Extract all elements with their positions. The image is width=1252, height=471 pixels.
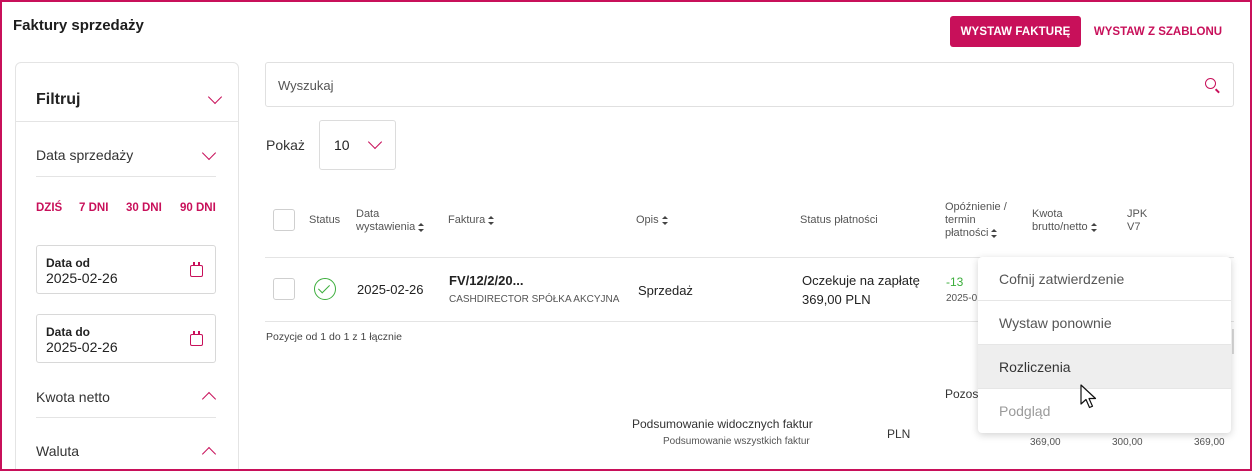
quick-range-today[interactable]: DZIŚ xyxy=(36,202,62,214)
col-invoice-label: Faktura xyxy=(448,214,486,226)
menu-item-settlements[interactable]: Rozliczenia xyxy=(978,345,1231,389)
row-issue-date: 2025-02-26 xyxy=(357,282,424,297)
sort-icon[interactable] xyxy=(991,228,998,238)
page-size-select[interactable]: 10 xyxy=(319,120,396,170)
filter-title[interactable]: Filtruj xyxy=(36,91,80,109)
date-from-field[interactable]: Data od 2025-02-26 xyxy=(36,245,216,294)
col-delay[interactable]: Opóźnienie / termin płatności xyxy=(945,201,1015,240)
page-title: Faktury sprzedaży xyxy=(13,17,144,34)
row-due-date: 2025-0 xyxy=(946,293,978,304)
row-actions-menu: Cofnij zatwierdzenie Wystaw ponownie Roz… xyxy=(978,257,1231,433)
row-payment-status: Oczekuje na zapłatę xyxy=(802,273,920,288)
col-amount-label: Kwota brutto/netto xyxy=(1032,208,1088,233)
col-amount[interactable]: Kwota brutto/netto xyxy=(1032,208,1112,234)
quick-range-90-days[interactable]: 90 DNI xyxy=(180,202,216,214)
col-invoice[interactable]: Faktura xyxy=(448,214,495,227)
sort-icon[interactable] xyxy=(488,215,495,225)
row-client: CASHDIRECTOR SPÓŁKA AKCYJNA xyxy=(449,294,620,305)
menu-item-preview[interactable]: Podgląd xyxy=(978,389,1231,433)
search-box xyxy=(265,62,1234,107)
mouse-cursor-icon xyxy=(1080,384,1097,409)
col-issue-date-label: Data wystawienia xyxy=(356,208,416,233)
col-description-label: Opis xyxy=(636,214,659,226)
sale-date-divider xyxy=(36,176,216,177)
chevron-down-icon xyxy=(367,134,383,150)
col-jpk: JPK V7 xyxy=(1127,208,1148,233)
summary-currency: PLN xyxy=(887,427,911,441)
issue-invoice-button[interactable]: WYSTAW FAKTURĘ xyxy=(950,16,1081,47)
summary-jpk: 369,00 xyxy=(1194,437,1225,448)
row-payment-amount: 369,00 PLN xyxy=(802,292,871,307)
summary-gross: 369,00 xyxy=(1030,437,1061,448)
sort-icon[interactable] xyxy=(661,215,668,225)
remaining-label: Pozos xyxy=(945,387,979,401)
pagination-edge xyxy=(1232,329,1234,354)
quick-range-30-days[interactable]: 30 DNI xyxy=(126,202,162,214)
all-summary-label: Podsumowanie wszystkich faktur xyxy=(663,436,810,447)
date-from-value: 2025-02-26 xyxy=(46,270,118,286)
date-to-field[interactable]: Data do 2025-02-26 xyxy=(36,314,216,363)
check-circle-icon xyxy=(314,278,336,300)
search-icon[interactable] xyxy=(1205,78,1216,89)
row-checkbox[interactable] xyxy=(273,278,295,300)
select-all-checkbox[interactable] xyxy=(273,209,295,231)
currency-label[interactable]: Waluta xyxy=(36,443,79,459)
calendar-icon[interactable] xyxy=(190,331,203,346)
col-description[interactable]: Opis xyxy=(636,214,668,227)
net-amount-divider xyxy=(36,417,216,418)
calendar-icon[interactable] xyxy=(190,262,203,277)
date-to-label: Data do xyxy=(46,325,91,339)
search-input[interactable] xyxy=(278,75,1178,95)
filter-divider xyxy=(16,121,238,122)
sort-icon[interactable] xyxy=(418,222,425,232)
summary-net: 300,00 xyxy=(1112,437,1143,448)
col-payment-status: Status płatności xyxy=(800,214,878,226)
sort-icon[interactable] xyxy=(1090,222,1097,232)
date-from-label: Data od xyxy=(46,256,91,270)
row-delay-days: -13 xyxy=(946,275,964,289)
col-delay-label: Opóźnienie / termin płatności xyxy=(945,201,1007,239)
menu-item-reissue[interactable]: Wystaw ponownie xyxy=(978,301,1231,345)
row-invoice-number[interactable]: FV/12/2/20... xyxy=(449,273,523,288)
col-issue-date[interactable]: Data wystawienia xyxy=(356,208,436,234)
menu-item-undo-approval[interactable]: Cofnij zatwierdzenie xyxy=(978,257,1231,301)
page-size-value: 10 xyxy=(334,137,350,153)
issue-from-template-button[interactable]: WYSTAW Z SZABLONU xyxy=(1088,16,1228,47)
paging-summary: Pozycje od 1 do 1 z 1 łącznie xyxy=(266,331,402,343)
col-status: Status xyxy=(309,214,341,226)
page-size-label: Pokaż xyxy=(266,137,305,153)
sale-date-label[interactable]: Data sprzedaży xyxy=(36,147,133,163)
visible-summary-label: Podsumowanie widocznych faktur xyxy=(632,417,813,431)
date-to-value: 2025-02-26 xyxy=(46,339,118,355)
row-description: Sprzedaż xyxy=(638,283,693,298)
net-amount-label[interactable]: Kwota netto xyxy=(36,389,110,405)
quick-range-7-days[interactable]: 7 DNI xyxy=(79,202,108,214)
